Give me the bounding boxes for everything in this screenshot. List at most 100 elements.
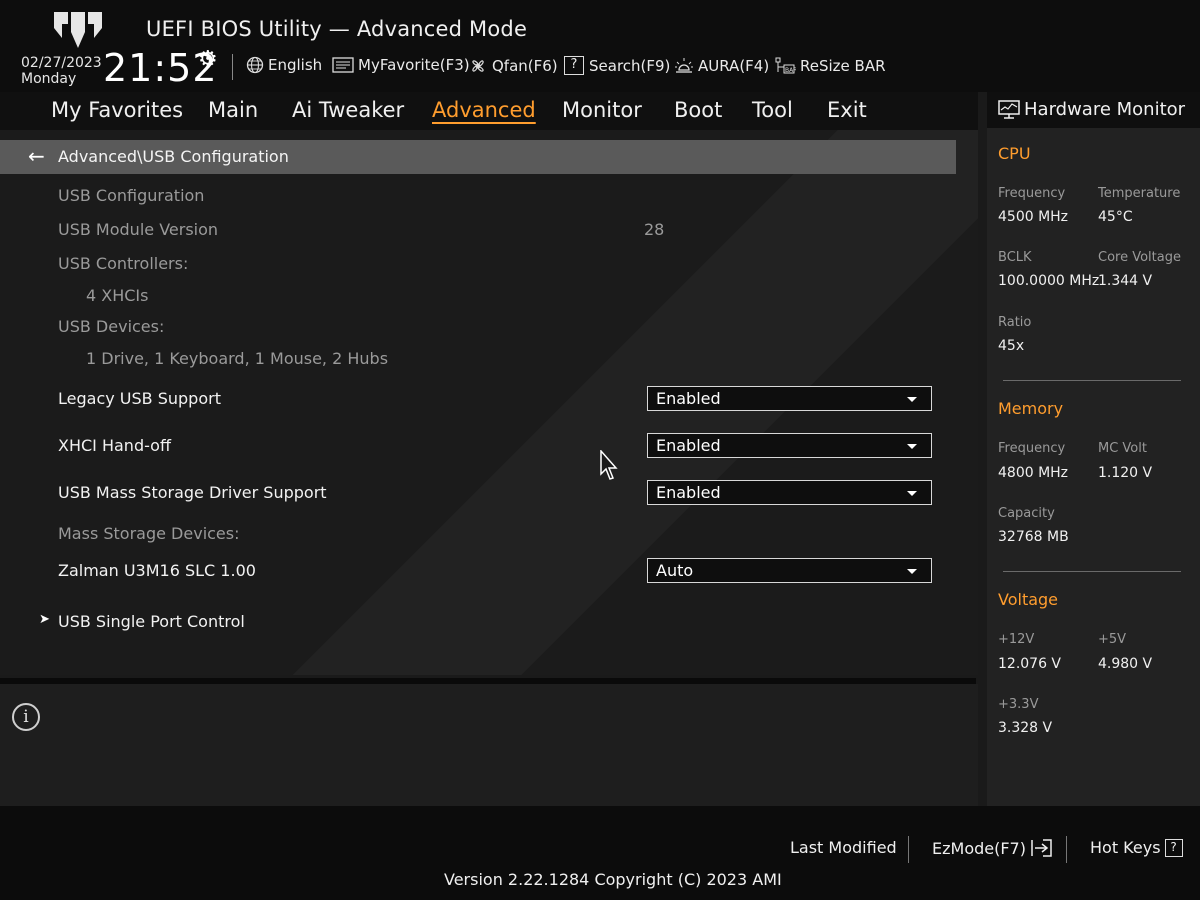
module-version-value: 28 (644, 220, 665, 239)
xhci-hand-off-dropdown[interactable]: Enabled (647, 433, 932, 458)
capacity-label: Capacity (998, 506, 1055, 521)
chevron-down-icon (907, 569, 917, 574)
zalman-device-label: Zalman U3M16 SLC 1.00 (58, 561, 256, 580)
date-text: 02/27/2023 (21, 55, 102, 71)
chevron-down-icon (907, 397, 917, 402)
usb-single-port-control-link[interactable]: USB Single Port Control (58, 612, 245, 631)
capacity-value: 32768 MB (998, 529, 1069, 545)
mass-storage-driver-label: USB Mass Storage Driver Support (58, 483, 327, 502)
aura-button[interactable]: AURA(F4) (674, 56, 769, 76)
zalman-device-value: Auto (656, 561, 694, 580)
hardware-monitor-title-text: Hardware Monitor (1024, 99, 1186, 120)
devices-value: 1 Drive, 1 Keyboard, 1 Mouse, 2 Hubs (86, 349, 389, 368)
svg-text:BAR: BAR (785, 67, 796, 74)
toolbar-separator (232, 54, 233, 80)
v5-label: +5V (1098, 632, 1127, 647)
language-label: English (268, 56, 323, 74)
tab-monitor[interactable]: Monitor (562, 98, 642, 122)
v5-value: 4.980 V (1098, 656, 1153, 672)
myfavorite-button[interactable]: MyFavorite(F3) (332, 56, 470, 74)
date-display: 02/27/2023 Monday (21, 55, 102, 87)
bclk-value: 100.0000 MHz (998, 273, 1100, 289)
cpu-temperature-label: Temperature (1098, 186, 1181, 201)
aura-icon (675, 58, 693, 73)
gear-icon[interactable]: ⚙ (198, 47, 218, 72)
controllers-label: USB Controllers: (58, 254, 189, 273)
v12-label: +12V (998, 632, 1035, 647)
tab-my-favorites[interactable]: My Favorites (51, 98, 183, 122)
cpu-frequency-value: 4500 MHz (998, 209, 1069, 225)
core-voltage-label: Core Voltage (1098, 250, 1181, 265)
app-title: UEFI BIOS Utility — Advanced Mode (146, 17, 528, 41)
info-icon: i (12, 703, 40, 731)
last-modified-label: Last Modified (790, 838, 897, 857)
language-button[interactable]: English (246, 56, 322, 74)
cpu-temperature-value: 45°C (1098, 209, 1133, 225)
help-info-panel (0, 684, 978, 806)
ezmode-button[interactable]: EzMode(F7) (932, 838, 1055, 858)
tab-main[interactable]: Main (208, 98, 258, 122)
hot-keys-button[interactable]: Hot Keys ? (1090, 838, 1183, 857)
hardware-monitor-title: Hardware Monitor (998, 99, 1185, 120)
version-text: Version 2.22.1284 Copyright (C) 2023 AMI (444, 870, 782, 889)
memory-frequency-label: Frequency (998, 441, 1066, 456)
chevron-down-icon (907, 491, 917, 496)
aura-label: AURA(F4) (698, 57, 770, 75)
footer-separator (908, 836, 909, 863)
myfavorite-label: MyFavorite(F3) (358, 56, 470, 74)
globe-icon (246, 56, 264, 74)
qfan-label: Qfan(F6) (492, 57, 558, 75)
xhci-hand-off-label: XHCI Hand-off (58, 436, 171, 455)
cpu-heading: CPU (998, 144, 1031, 163)
hot-keys-label: Hot Keys (1090, 838, 1161, 857)
day-text: Monday (21, 71, 77, 87)
resize-bar-button[interactable]: BAR ReSize BAR (774, 56, 886, 76)
back-arrow-icon[interactable]: ← (28, 144, 45, 168)
resize-bar-icon: BAR (775, 57, 796, 74)
fan-icon (472, 60, 484, 72)
search-button[interactable]: ? Search(F9) (564, 56, 670, 75)
legacy-usb-support-value: Enabled (656, 389, 721, 408)
bclk-label: BCLK (998, 250, 1032, 265)
last-modified-button[interactable]: Last Modified (790, 838, 897, 857)
tuf-logo-icon (54, 12, 102, 48)
mc-volt-label: MC Volt (1098, 441, 1147, 456)
resize-bar-label: ReSize BAR (800, 57, 886, 75)
mass-storage-driver-dropdown[interactable]: Enabled (647, 480, 932, 505)
v33-label: +3.3V (998, 697, 1039, 712)
cpu-frequency-label: Frequency (998, 186, 1066, 201)
v33-value: 3.328 V (998, 720, 1053, 736)
tab-boot[interactable]: Boot (674, 98, 722, 122)
qfan-button[interactable]: Qfan(F6) (468, 56, 558, 76)
monitor-icon (998, 99, 1020, 119)
mass-storage-devices-label: Mass Storage Devices: (58, 524, 240, 543)
tab-tool[interactable]: Tool (752, 98, 793, 122)
memory-divider (1003, 571, 1181, 572)
mouse-cursor-icon (600, 450, 618, 480)
help-icon: ? (1164, 838, 1183, 857)
breadcrumb: Advanced\USB Configuration (58, 147, 289, 166)
tab-ai-tweaker[interactable]: Ai Tweaker (292, 98, 404, 122)
ratio-label: Ratio (998, 315, 1032, 330)
mc-volt-value: 1.120 V (1098, 465, 1153, 481)
footer-separator (1066, 836, 1067, 863)
favorite-icon (332, 57, 354, 73)
zalman-device-dropdown[interactable]: Auto (647, 558, 932, 583)
v12-value: 12.076 V (998, 656, 1062, 672)
xhci-hand-off-value: Enabled (656, 436, 721, 455)
mass-storage-driver-value: Enabled (656, 483, 721, 502)
ezmode-label: EzMode(F7) (932, 838, 1026, 858)
voltage-heading: Voltage (998, 590, 1059, 609)
tab-exit[interactable]: Exit (827, 98, 867, 122)
chevron-down-icon (907, 444, 917, 449)
search-icon: ? (564, 56, 584, 75)
core-voltage-value: 1.344 V (1098, 273, 1153, 289)
module-version-label: USB Module Version (58, 220, 219, 239)
tab-advanced[interactable]: Advanced (432, 98, 536, 122)
ratio-value: 45x (998, 338, 1025, 354)
legacy-usb-support-dropdown[interactable]: Enabled (647, 386, 932, 411)
cpu-divider (1003, 380, 1181, 381)
exit-to-ezmode-icon (1031, 839, 1052, 857)
memory-heading: Memory (998, 399, 1064, 418)
devices-label: USB Devices: (58, 317, 165, 336)
